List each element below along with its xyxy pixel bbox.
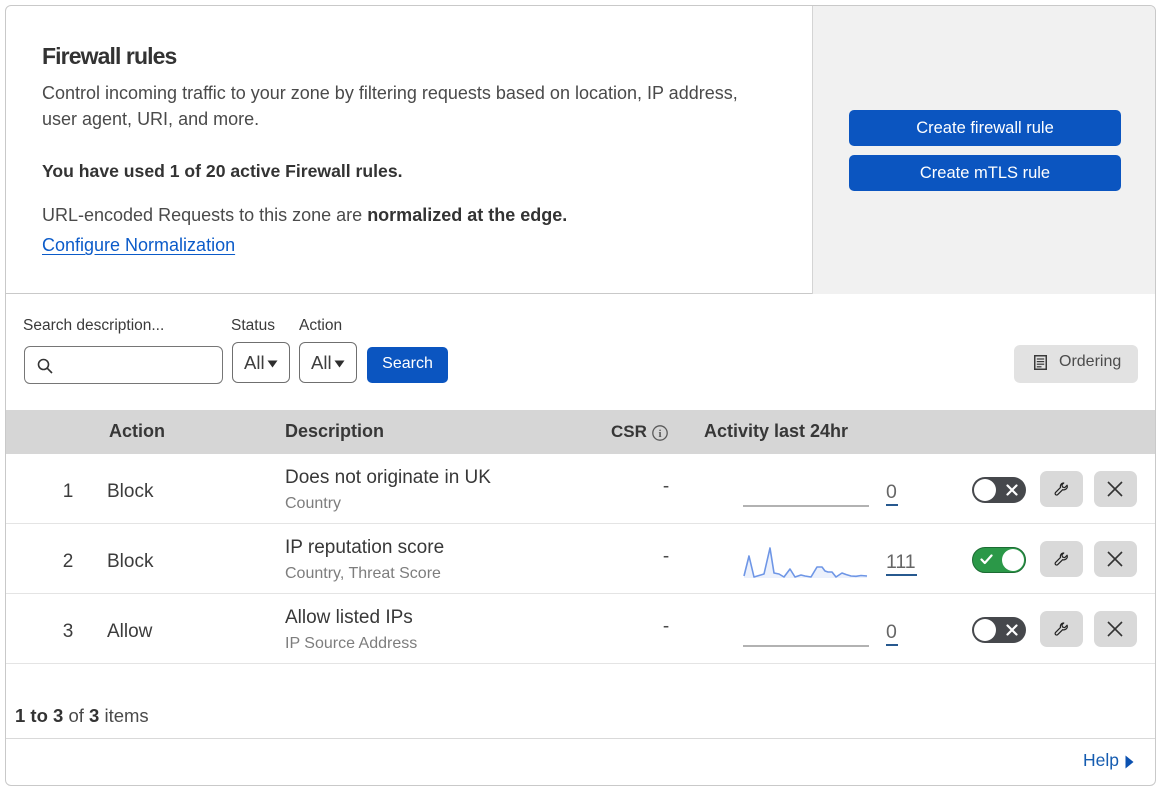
svg-text:i: i: [658, 428, 661, 440]
